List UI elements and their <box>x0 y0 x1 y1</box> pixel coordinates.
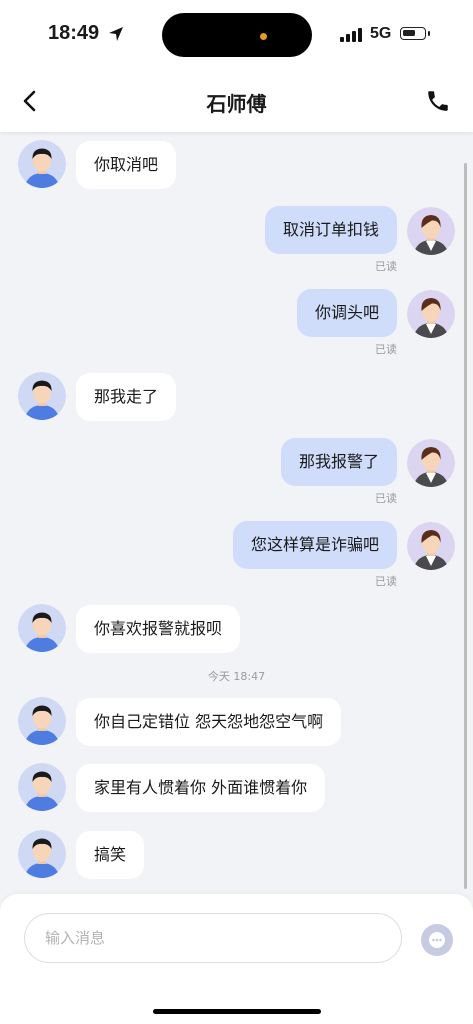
user-avatar[interactable] <box>407 439 455 487</box>
scrollbar[interactable] <box>464 163 467 889</box>
location-arrow-icon <box>108 26 124 46</box>
page-title: 石师傅 <box>206 92 267 116</box>
message-bubble[interactable]: 您这样算是诈骗吧 <box>232 521 397 569</box>
message-bubble[interactable]: 你调头吧 <box>296 289 397 337</box>
battery-icon <box>400 27 426 40</box>
driver-avatar[interactable] <box>18 697 66 745</box>
phone-call-icon[interactable] <box>425 88 451 118</box>
message-timestamp: 今天 18:47 <box>207 670 266 683</box>
user-avatar[interactable] <box>407 522 455 570</box>
dynamic-island <box>162 13 312 57</box>
message-bubble[interactable]: 你自己定错位 怨天怨地怨空气啊 <box>76 698 342 746</box>
status-bar: 18:49 5G <box>0 0 473 70</box>
user-avatar[interactable] <box>407 207 455 255</box>
recording-indicator-icon <box>260 33 267 40</box>
network-label: 5G <box>370 25 392 42</box>
user-avatar[interactable] <box>407 290 455 338</box>
status-time: 18:49 <box>48 22 100 44</box>
read-receipt: 已读 <box>375 343 397 356</box>
home-indicator[interactable] <box>153 1009 321 1014</box>
read-receipt: 已读 <box>375 260 397 273</box>
driver-avatar[interactable] <box>18 763 66 811</box>
message-bubble[interactable]: 取消订单扣钱 <box>264 206 397 254</box>
message-bubble[interactable]: 搞笑 <box>76 831 145 879</box>
message-bubble[interactable]: 你取消吧 <box>76 141 177 189</box>
message-input-placeholder: 输入消息 <box>45 929 106 947</box>
signal-icon <box>340 27 364 46</box>
driver-avatar[interactable] <box>18 372 66 420</box>
driver-avatar[interactable] <box>18 604 66 652</box>
driver-avatar[interactable] <box>18 140 66 188</box>
message-bubble[interactable]: 家里有人惯着你 外面谁惯着你 <box>76 764 326 812</box>
driver-avatar[interactable] <box>18 830 66 878</box>
message-bubble[interactable]: 你喜欢报警就报呗 <box>76 605 241 653</box>
read-receipt: 已读 <box>375 492 397 505</box>
message-bubble[interactable]: 那我走了 <box>76 373 177 421</box>
more-options-icon[interactable] <box>421 924 453 956</box>
battery-cap <box>428 31 430 36</box>
read-receipt: 已读 <box>375 575 397 588</box>
message-input[interactable]: 输入消息 <box>24 913 402 963</box>
message-bubble[interactable]: 那我报警了 <box>280 438 397 486</box>
